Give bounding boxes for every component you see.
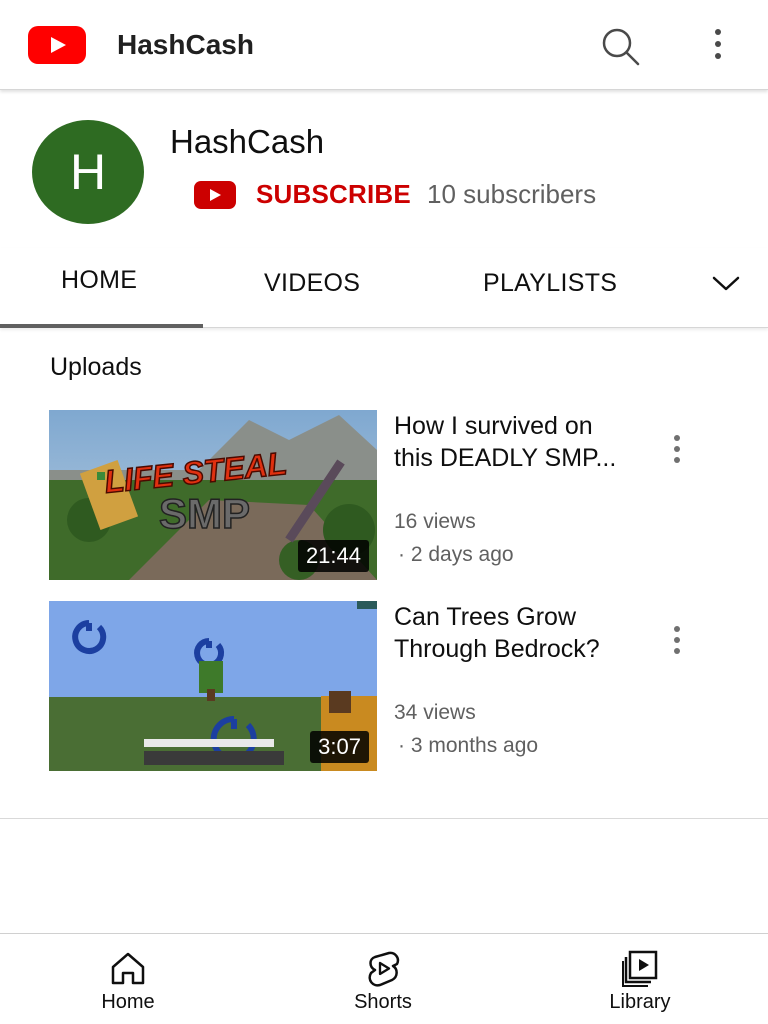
nav-label: Home	[101, 991, 155, 1013]
app-title: HashCash	[117, 29, 254, 60]
tab-selected-indicator	[0, 324, 203, 328]
section-title: Uploads	[50, 353, 142, 381]
youtube-logo-icon[interactable]	[28, 26, 86, 64]
nav-label: Library	[609, 991, 671, 1013]
channel-tabs: HOME VIDEOS PLAYLISTS	[0, 248, 768, 328]
video-age: · 2 days ago	[398, 543, 514, 566]
library-icon	[622, 950, 658, 987]
video-views: 16 views	[394, 510, 476, 533]
video-item[interactable]: LIFE STEAL SMP 21:44 How I survived on t…	[0, 410, 768, 582]
video-thumbnail[interactable]: LIFE STEAL SMP 21:44	[49, 410, 377, 580]
shorts-icon	[368, 951, 400, 987]
nav-item-shorts[interactable]: Shorts	[308, 934, 458, 1024]
more-vert-icon[interactable]	[664, 430, 690, 470]
tab-home[interactable]: HOME	[61, 265, 137, 295]
video-duration: 21:44	[297, 540, 369, 572]
chevron-down-icon[interactable]	[708, 268, 744, 298]
video-thumbnail[interactable]: 3:07	[49, 601, 377, 771]
video-title[interactable]: Can Trees Grow Through Bedrock?	[394, 601, 634, 665]
subscribe-button[interactable]: SUBSCRIBE	[256, 178, 411, 210]
subscriber-count: 10 subscribers	[427, 179, 597, 209]
tab-videos[interactable]: VIDEOS	[264, 268, 360, 298]
channel-avatar[interactable]: H	[32, 120, 144, 224]
video-title[interactable]: How I survived on this DEADLY SMP...	[394, 410, 634, 474]
search-icon[interactable]	[598, 24, 642, 68]
youtube-subscribe-icon[interactable]	[194, 181, 236, 209]
video-views: 34 views	[394, 701, 476, 724]
thumbnail-text-smp: SMP	[159, 490, 250, 537]
home-icon	[111, 952, 145, 985]
video-item[interactable]: 3:07 Can Trees Grow Through Bedrock? 34 …	[0, 601, 768, 773]
more-vert-icon[interactable]	[664, 621, 690, 661]
nav-label: Shorts	[354, 991, 412, 1013]
video-age: · 3 months ago	[398, 734, 539, 757]
nav-item-library[interactable]: Library	[565, 934, 715, 1024]
channel-name: HashCash	[170, 123, 325, 160]
video-duration: 3:07	[310, 731, 369, 763]
section-divider	[0, 818, 768, 819]
top-app-bar: HashCash	[0, 0, 768, 90]
more-vert-icon[interactable]	[700, 24, 736, 68]
nav-item-home[interactable]: Home	[53, 934, 203, 1024]
bottom-navigation: Home Shorts Library	[0, 933, 768, 1024]
tab-playlists[interactable]: PLAYLISTS	[483, 268, 617, 298]
